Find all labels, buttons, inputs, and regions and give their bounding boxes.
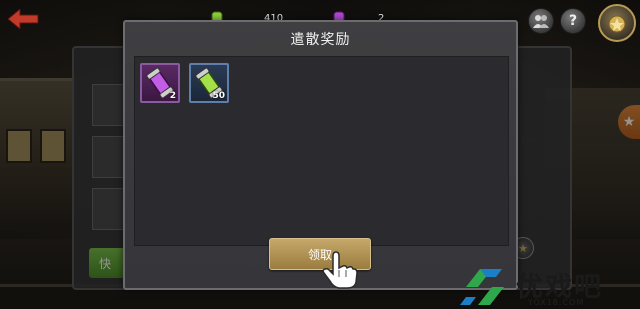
friends-button[interactable]: [528, 8, 554, 34]
help-icon: ?: [568, 13, 578, 29]
people-icon: [533, 15, 549, 28]
site-watermark: 优戏吧 YOX18.COM: [458, 265, 640, 309]
watermark-logo-icon: [460, 269, 504, 305]
reward-list: 2 50: [134, 56, 509, 246]
dialog-title: 遣散奖励: [290, 32, 351, 48]
reward-item[interactable]: 50: [189, 63, 229, 103]
medal-icon: [608, 15, 626, 33]
watermark-subtitle: YOX18.COM: [528, 298, 585, 307]
rank-medal-button[interactable]: [598, 4, 636, 42]
back-arrow-icon: [8, 9, 39, 29]
back-button[interactable]: [8, 8, 40, 30]
reward-item-count: 50: [212, 91, 225, 101]
reward-item[interactable]: 2: [140, 63, 180, 103]
tap-hand-icon: [322, 251, 358, 289]
reward-item-count: 2: [169, 91, 176, 101]
help-button[interactable]: ?: [560, 8, 586, 34]
